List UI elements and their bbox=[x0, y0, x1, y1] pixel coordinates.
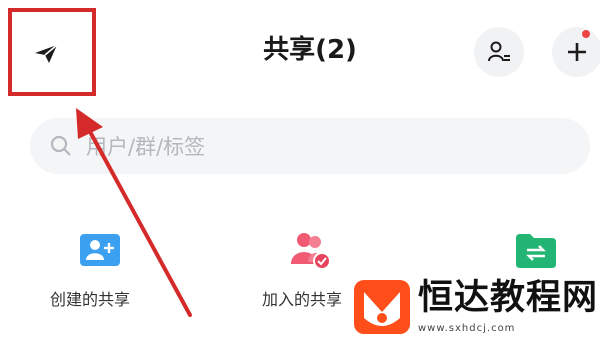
notification-dot bbox=[582, 30, 590, 38]
search-icon bbox=[50, 135, 71, 156]
shared-folder-icon bbox=[516, 234, 556, 268]
search-input[interactable] bbox=[84, 126, 488, 168]
plus-icon bbox=[568, 43, 586, 61]
highlight-box bbox=[8, 8, 96, 96]
watermark-url: www.sxhdcj.com bbox=[418, 323, 516, 334]
user-plus-folder-icon bbox=[80, 234, 120, 266]
joined-shares-label: 加入的共享 bbox=[262, 290, 343, 309]
add-button[interactable] bbox=[552, 27, 600, 77]
shared-folder-button[interactable] bbox=[514, 228, 558, 272]
watermark-brand: 恒达教程网 bbox=[418, 278, 599, 318]
contacts-button[interactable] bbox=[474, 27, 524, 77]
created-shares-label: 创建的共享 bbox=[50, 290, 131, 309]
created-shares-button[interactable] bbox=[78, 228, 122, 272]
page-title: 共享(2) bbox=[263, 35, 357, 65]
joined-shares-button[interactable] bbox=[288, 228, 332, 272]
group-check-icon bbox=[291, 233, 331, 270]
contacts-list-icon bbox=[488, 41, 510, 62]
watermark-logo bbox=[354, 280, 410, 334]
